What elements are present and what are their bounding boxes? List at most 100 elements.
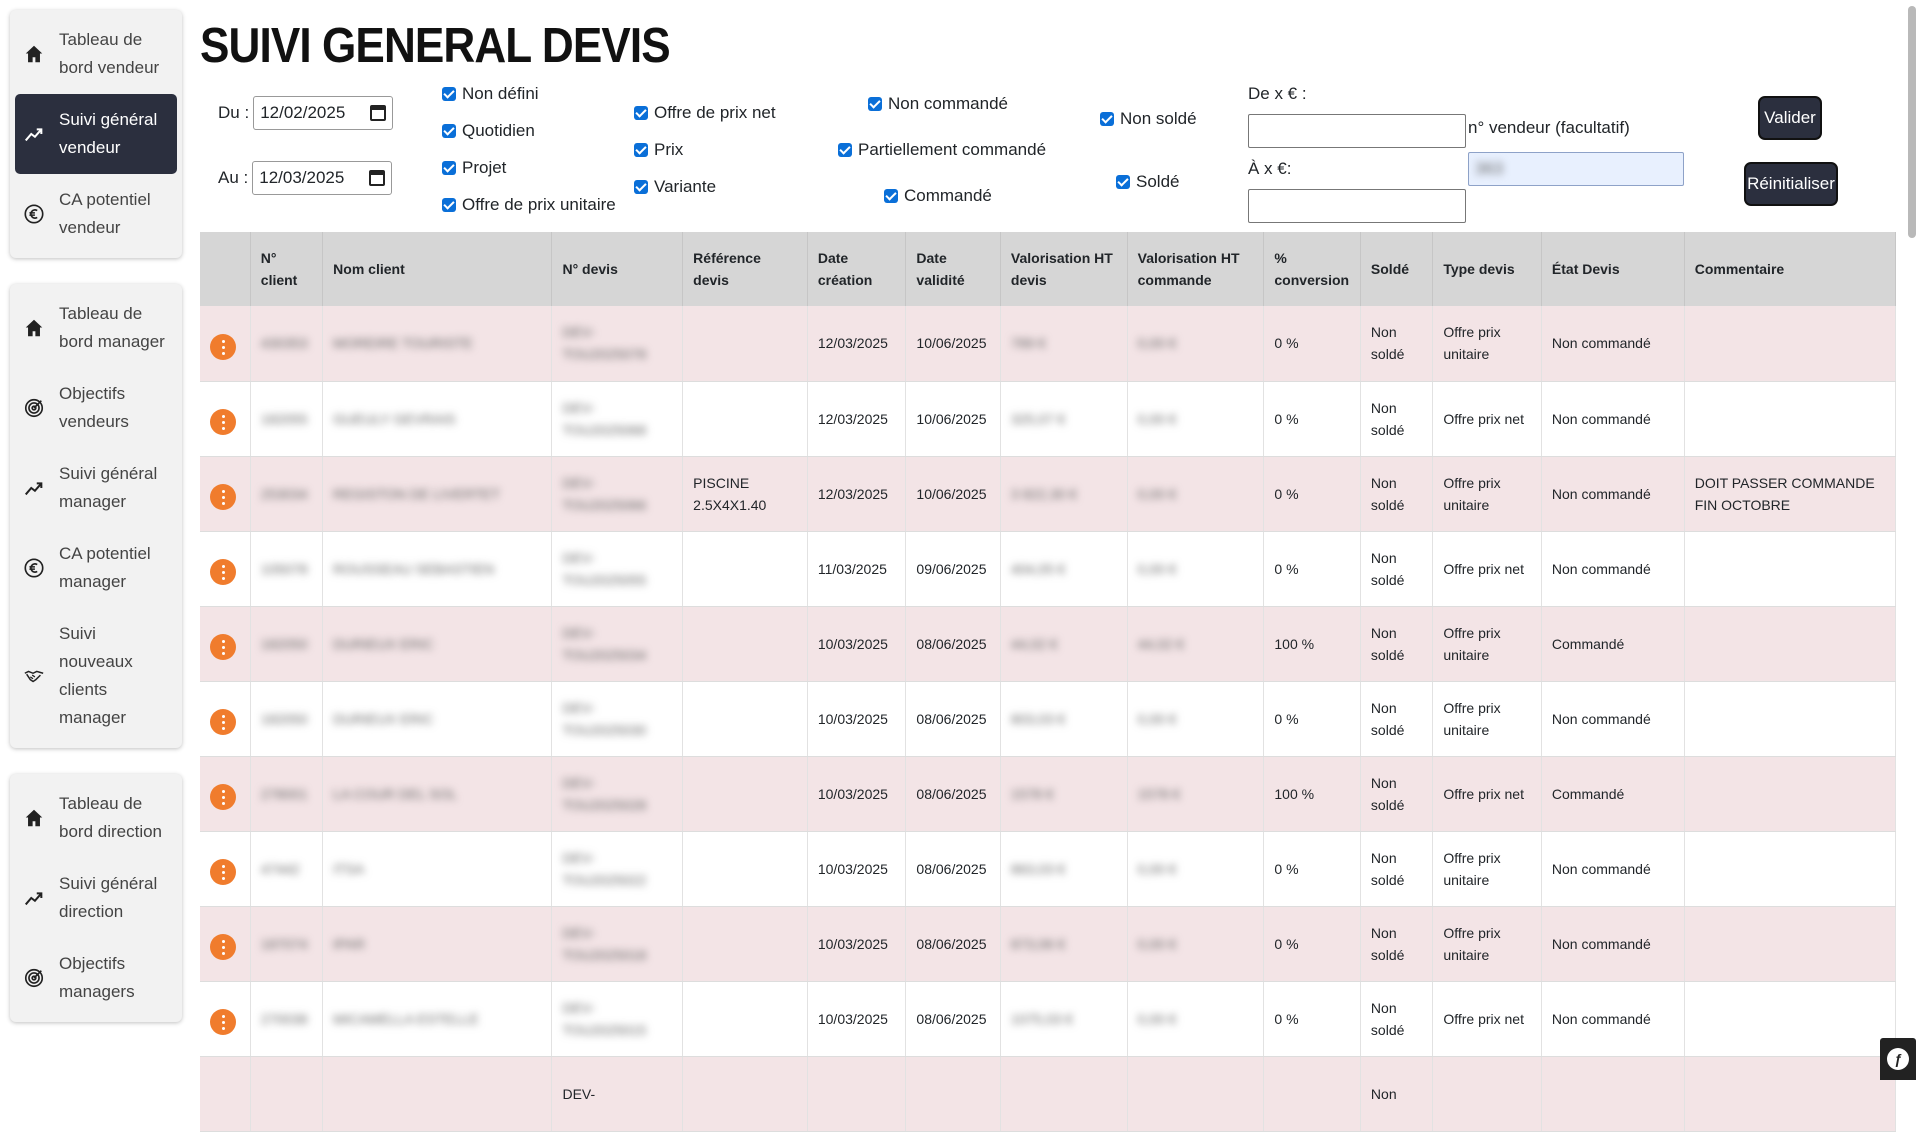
cell-value: Non commandé [1551,335,1651,352]
checkbox-prix[interactable]: Prix [634,140,683,160]
sidebar-item-suivi-g-n-ral-direction[interactable]: Suivi général direction [15,858,177,938]
more-options-icon[interactable] [210,934,236,961]
checkbox-checked-icon[interactable] [442,161,456,175]
table-cell: DEV-TOU2025068 [551,381,684,457]
cell-value: 08/06/2025 [916,635,987,652]
more-options-icon[interactable] [210,784,236,811]
sidebar-item-objectifs-managers[interactable]: Objectifs managers [15,938,177,1018]
checkbox-variante[interactable]: Variante [634,177,716,197]
table-cell [1000,1056,1128,1132]
row-actions-cell [200,681,251,757]
cell-value: Non soldé [1370,774,1405,813]
cell-value: 44,02 € [1010,635,1058,652]
sidebar-item-suivi-g-n-ral-vendeur[interactable]: Suivi général vendeur [15,94,177,174]
checkbox-checked-icon[interactable] [442,87,456,101]
more-options-icon[interactable] [210,709,236,736]
checkbox-quotidien[interactable]: Quotidien [442,121,535,141]
cell-value: Offre prix net [1443,410,1524,427]
date-to-input[interactable]: 12/03/2025 [252,161,393,195]
validate-button[interactable]: Valider [1758,96,1822,140]
more-options-icon[interactable] [210,559,236,586]
sidebar-item-suivi-g-n-ral-manager[interactable]: Suivi général manager [15,448,177,528]
table-cell: Offre prix unitaire [1432,606,1542,682]
table-cell: 3 822,30 € [1000,456,1128,532]
home-icon [23,43,45,65]
more-options-icon[interactable] [210,484,236,511]
checkbox-label: Offre de prix net [654,103,776,122]
table-cell: Offre prix unitaire [1432,306,1542,382]
table-cell: 0,00 € [1127,531,1265,607]
sidebar-group-direction: Tableau de bord direction Suivi général d… [10,774,182,1022]
vertical-scrollbar[interactable] [1908,6,1916,238]
sidebar-item-objectifs-vendeurs[interactable]: Objectifs vendeurs [15,368,177,448]
checkbox-offre-unitaire[interactable]: Offre de prix unitaire [442,195,616,215]
cell-value: Offre prix net [1443,560,1524,577]
checkbox-label: Non commandé [888,94,1009,113]
checkbox-checked-icon[interactable] [442,198,456,212]
sidebar-item-ca-potentiel-vendeur[interactable]: CA potentiel vendeur [15,174,177,254]
column-header: Nom client [322,232,553,306]
handshake-icon [23,665,45,687]
reset-button[interactable]: Réinitialiser [1744,162,1838,206]
checkbox-partiellement-commande[interactable]: Partiellement commandé [838,140,1046,160]
seller-input[interactable]: 363 [1468,152,1684,186]
cell-value: 0 % [1274,1010,1299,1027]
checkbox-checked-icon[interactable] [442,124,456,138]
checkbox-checked-icon[interactable] [884,189,898,203]
cell-value: 1578 € [1010,785,1054,802]
cell-value: DURIEUX ERIC [333,635,434,652]
symfony-toolbar-toggle[interactable]: ƒ [1880,1038,1916,1080]
amount-to-input[interactable] [1248,189,1466,223]
cell-value: ROUSSEAU SEBASTIEN [333,560,495,577]
table-cell: Non commandé [1541,456,1685,532]
checkbox-non-commande[interactable]: Non commandé [868,94,1008,114]
column-header: Commentaire [1684,232,1897,306]
sidebar-item-tableau-de-bord-direction[interactable]: Tableau de bord direction [15,778,177,858]
calendar-icon[interactable] [370,105,387,121]
checkbox-checked-icon[interactable] [1100,112,1114,126]
cell-value: 47442 [260,860,300,877]
column-header: % conversion [1263,232,1361,306]
more-options-icon[interactable] [210,409,236,436]
table-cell: Offre prix net [1432,756,1542,832]
cell-value: 182055 [260,410,308,427]
table-cell: DEV-TOU2025030 [551,681,684,757]
checkbox-commande[interactable]: Commandé [884,186,992,206]
more-options-icon[interactable] [210,859,236,886]
sidebar-item-ca-potentiel-manager[interactable]: CA potentiel manager [15,528,177,608]
column-header: Type devis [1432,232,1542,306]
table-cell: 08/06/2025 [905,981,1001,1057]
table-cell: DEV-TOU2025022 [551,831,684,907]
checkbox-label: Non soldé [1120,109,1197,128]
sidebar-item-tableau-de-bord-manager[interactable]: Tableau de bord manager [15,288,177,368]
checkbox-checked-icon[interactable] [868,97,882,111]
date-from-input[interactable]: 12/02/2025 [253,96,394,130]
checkbox-checked-icon[interactable] [634,106,648,120]
amount-from-input[interactable] [1248,114,1466,148]
table-cell: 105078 [250,531,324,607]
cell-value: 08/06/2025 [916,860,987,877]
table-cell [682,1056,808,1132]
checkbox-solde[interactable]: Soldé [1116,172,1179,192]
table-row: DEV- Non [200,1056,1897,1132]
more-options-icon[interactable] [210,1009,236,1036]
sidebar-item-tableau-de-bord-vendeur[interactable]: Tableau de bord vendeur [15,14,177,94]
checkbox-checked-icon[interactable] [838,143,852,157]
checkbox-checked-icon[interactable] [634,180,648,194]
more-options-icon[interactable] [210,634,236,661]
more-options-icon[interactable] [210,334,236,360]
row-actions-cell [200,1056,251,1132]
checkbox-non-defini[interactable]: Non défini [442,84,539,104]
checkbox-checked-icon[interactable] [1116,175,1130,189]
checkbox-non-solde[interactable]: Non soldé [1100,109,1197,129]
checkbox-offre-net[interactable]: Offre de prix net [634,103,776,123]
sidebar-group-vendeur: Tableau de bord vendeur Suivi général ven… [10,10,182,258]
checkbox-checked-icon[interactable] [634,143,648,157]
checkbox-projet[interactable]: Projet [442,158,506,178]
cell-value: Non soldé [1370,699,1405,738]
table-cell [250,1056,324,1132]
calendar-icon[interactable] [369,170,386,186]
table-cell: 325,07 € [1000,381,1128,457]
table-cell: Non soldé [1360,606,1434,682]
sidebar-item-suivi-nouveaux-clients-manager[interactable]: Suivi nouveaux clients manager [15,608,177,744]
